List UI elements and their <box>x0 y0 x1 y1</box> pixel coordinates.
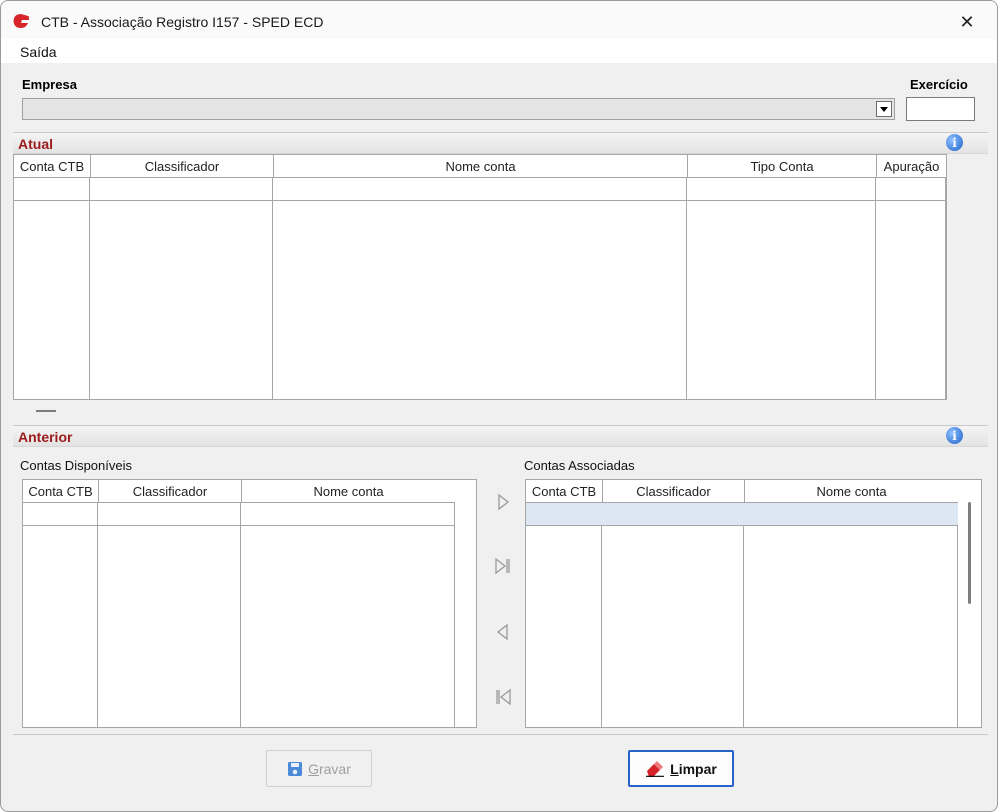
info-icon[interactable]: i <box>946 134 963 151</box>
close-icon: ✕ <box>959 11 975 32</box>
gravar-label: Gravar <box>308 760 351 777</box>
contas-disponiveis-grid[interactable]: Conta CTB Classificador Nome conta <box>22 479 477 728</box>
menu-bar: Saída <box>1 39 997 63</box>
header-classificador[interactable]: Classificador <box>98 480 241 503</box>
header-classificador[interactable]: Classificador <box>602 480 744 503</box>
exercicio-input[interactable] <box>906 97 975 121</box>
floppy-disk-icon <box>288 761 303 776</box>
header-nome-conta[interactable]: Nome conta <box>241 480 455 503</box>
header-apuracao[interactable]: Apuração <box>876 155 946 178</box>
header-conta-ctb[interactable]: Conta CTB <box>23 480 98 503</box>
anterior-section-title: Anterior <box>18 429 73 445</box>
close-button[interactable]: ✕ <box>953 9 981 35</box>
bottom-divider <box>13 734 988 735</box>
app-logo-icon <box>13 14 29 28</box>
window-title: CTB - Associação Registro I157 - SPED EC… <box>41 14 324 30</box>
empresa-select[interactable] <box>22 98 895 120</box>
title-bar: CTB - Associação Registro I157 - SPED EC… <box>1 1 997 39</box>
contas-disponiveis-label: Contas Disponíveis <box>20 458 132 473</box>
exercicio-label: Exercício <box>910 77 968 92</box>
atual-section-header: Atual <box>13 132 988 154</box>
info-icon[interactable]: i <box>946 427 963 444</box>
table-row[interactable] <box>23 503 455 526</box>
move-all-left-icon[interactable] <box>493 687 513 707</box>
contas-associadas-label: Contas Associadas <box>524 458 635 473</box>
empresa-label: Empresa <box>22 77 77 92</box>
menu-item-saida[interactable]: Saída <box>20 44 57 60</box>
atual-section-title: Atual <box>18 136 53 152</box>
eraser-icon <box>646 760 665 777</box>
chevron-down-icon <box>880 106 888 112</box>
header-conta-ctb[interactable]: Conta CTB <box>14 155 90 178</box>
move-left-icon[interactable] <box>493 622 513 642</box>
limpar-button[interactable]: Limpar <box>628 750 734 787</box>
header-nome-conta[interactable]: Nome conta <box>744 480 958 503</box>
header-nome-conta[interactable]: Nome conta <box>273 155 687 178</box>
atual-grid[interactable]: Conta CTB Classificador Nome conta Tipo … <box>13 154 947 400</box>
table-row[interactable] <box>14 178 946 201</box>
header-conta-ctb[interactable]: Conta CTB <box>526 480 602 503</box>
header-tipo-conta[interactable]: Tipo Conta <box>687 155 876 178</box>
vertical-scrollbar[interactable] <box>968 502 971 604</box>
gravar-button[interactable]: Gravar <box>266 750 372 787</box>
limpar-label: Limpar <box>670 760 717 777</box>
anterior-section-header: Anterior <box>13 425 988 447</box>
move-right-icon[interactable] <box>493 492 513 512</box>
empresa-dropdown-button[interactable] <box>876 101 892 117</box>
table-row-selected[interactable] <box>526 503 958 526</box>
splitter-grip[interactable] <box>36 410 56 412</box>
app-window: CTB - Associação Registro I157 - SPED EC… <box>0 0 998 812</box>
header-classificador[interactable]: Classificador <box>90 155 273 178</box>
contas-associadas-grid[interactable]: Conta CTB Classificador Nome conta <box>525 479 982 728</box>
move-all-right-icon[interactable] <box>493 556 513 576</box>
